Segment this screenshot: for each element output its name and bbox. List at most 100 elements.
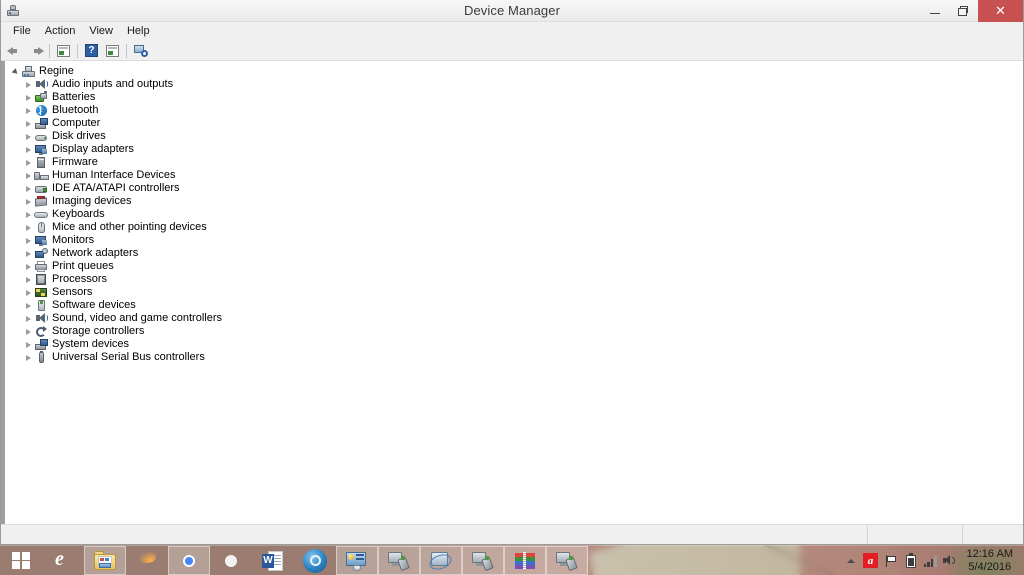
expander-collapsed-icon[interactable]: [23, 248, 34, 259]
tree-node-print-queues[interactable]: Print queues: [5, 260, 1023, 273]
tree-node-software-devices[interactable]: Software devices: [5, 299, 1023, 312]
taskbar-item-file-explorer[interactable]: [84, 546, 126, 575]
tree-node-label: Display adapters: [52, 143, 134, 155]
tree-node-mice-and-other-pointing-devices[interactable]: Mice and other pointing devices: [5, 221, 1023, 234]
expander-collapsed-icon[interactable]: [23, 287, 34, 298]
expander-collapsed-icon[interactable]: [23, 131, 34, 142]
expander-collapsed-icon[interactable]: [23, 274, 34, 285]
tree-node-audio-inputs-and-outputs[interactable]: Audio inputs and outputs: [5, 78, 1023, 91]
start-button[interactable]: [0, 546, 42, 575]
avira-tray-icon[interactable]: a: [861, 546, 881, 575]
maximize-button[interactable]: [949, 0, 978, 22]
expander-collapsed-icon[interactable]: [23, 313, 34, 324]
properties-icon: [57, 44, 70, 57]
expander-collapsed-icon[interactable]: [23, 235, 34, 246]
expander-collapsed-icon[interactable]: [23, 157, 34, 168]
taskbar-item-winrar[interactable]: [504, 546, 546, 575]
battery-icon: [34, 91, 49, 104]
tree-node-label: Keyboards: [52, 208, 105, 220]
tree-node-storage-controllers[interactable]: Storage controllers: [5, 325, 1023, 338]
show-hidden-devices-button[interactable]: [102, 42, 123, 60]
tree-node-sensors[interactable]: Sensors: [5, 286, 1023, 299]
tree-node-ide-ata-atapi-controllers[interactable]: IDE ATA/ATAPI controllers: [5, 182, 1023, 195]
expander-collapsed-icon[interactable]: [23, 196, 34, 207]
word-icon: W: [261, 549, 285, 573]
taskbar: W a 12:16 AM 5/4/2016: [0, 545, 1024, 575]
tree-node-firmware[interactable]: Firmware: [5, 156, 1023, 169]
taskbar-item-device-manager-1[interactable]: [378, 546, 420, 575]
tree-node-monitors[interactable]: Monitors: [5, 234, 1023, 247]
tree-node-universal-serial-bus-controllers[interactable]: Universal Serial Bus controllers: [5, 351, 1023, 364]
clock-date: 5/4/2016: [968, 560, 1012, 573]
menu-item-help[interactable]: Help: [120, 23, 157, 39]
forward-button[interactable]: [25, 42, 46, 60]
tree-node-sound-video-and-game-controllers[interactable]: Sound, video and game controllers: [5, 312, 1023, 325]
show-hidden-icons-button[interactable]: [841, 546, 861, 575]
scan-hardware-button[interactable]: [130, 42, 151, 60]
tree-node-bluetooth[interactable]: Bluetooth: [5, 104, 1023, 117]
expander-collapsed-icon[interactable]: [23, 183, 34, 194]
taskbar-item-chrome-apps[interactable]: [210, 546, 252, 575]
expander-expanded-icon[interactable]: [10, 66, 21, 77]
help-button[interactable]: ?: [81, 42, 102, 60]
keyboard-icon: [34, 208, 49, 221]
taskbar-item-internet-explorer[interactable]: [42, 546, 84, 575]
expander-collapsed-icon[interactable]: [23, 118, 34, 129]
expander-collapsed-icon[interactable]: [23, 300, 34, 311]
taskbar-item-microsoft-word[interactable]: W: [252, 546, 294, 575]
hid-icon: [34, 169, 49, 182]
taskbar-item-firefox[interactable]: [126, 546, 168, 575]
tree-node-disk-drives[interactable]: Disk drives: [5, 130, 1023, 143]
gear-wheel-icon: [219, 549, 243, 573]
title-bar[interactable]: Device Manager ✕: [1, 0, 1023, 22]
tree-node-label: Mice and other pointing devices: [52, 221, 207, 233]
tree-node-batteries[interactable]: Batteries: [5, 91, 1023, 104]
status-bar-panel-3: [963, 525, 1023, 544]
minimize-button[interactable]: [920, 0, 949, 22]
expander-collapsed-icon[interactable]: [23, 222, 34, 233]
expander-collapsed-icon[interactable]: [23, 261, 34, 272]
taskbar-clock[interactable]: 12:16 AM 5/4/2016: [961, 548, 1020, 573]
properties-button[interactable]: [53, 42, 74, 60]
storage-controller-icon: [34, 325, 49, 338]
tree-node-network-adapters[interactable]: Network adapters: [5, 247, 1023, 260]
tree-node-processors[interactable]: Processors: [5, 273, 1023, 286]
expander-collapsed-icon[interactable]: [23, 92, 34, 103]
tree-node-display-adapters[interactable]: Display adapters: [5, 143, 1023, 156]
tree-node-root[interactable]: Regine: [5, 65, 1023, 78]
tree-node-system-devices[interactable]: System devices: [5, 338, 1023, 351]
action-center-button[interactable]: [881, 546, 901, 575]
taskbar-item-device-manager-3[interactable]: [546, 546, 588, 575]
menu-item-action[interactable]: Action: [38, 23, 83, 39]
expander-collapsed-icon[interactable]: [23, 352, 34, 363]
network-signal-button[interactable]: [921, 546, 941, 575]
tree-node-computer[interactable]: Computer: [5, 117, 1023, 130]
taskbar-item-device-manager-2[interactable]: [462, 546, 504, 575]
expander-collapsed-icon[interactable]: [23, 79, 34, 90]
toolbar-separator: [49, 43, 50, 58]
tree-node-human-interface-devices[interactable]: Human Interface Devices: [5, 169, 1023, 182]
sensor-icon: [34, 286, 49, 299]
taskbar-item-network-connections[interactable]: [420, 546, 462, 575]
printer-icon: [34, 260, 49, 273]
expander-collapsed-icon[interactable]: [23, 209, 34, 220]
close-button[interactable]: ✕: [978, 0, 1023, 22]
tree-node-keyboards[interactable]: Keyboards: [5, 208, 1023, 221]
expander-collapsed-icon[interactable]: [23, 170, 34, 181]
expander-collapsed-icon[interactable]: [23, 144, 34, 155]
battery-meter-button[interactable]: [901, 546, 921, 575]
expander-collapsed-icon[interactable]: [23, 105, 34, 116]
tree-node-imaging-devices[interactable]: Imaging devices: [5, 195, 1023, 208]
volume-button[interactable]: [941, 546, 961, 575]
back-button[interactable]: [4, 42, 25, 60]
taskbar-item-settings[interactable]: [294, 546, 336, 575]
taskbar-item-google-chrome[interactable]: [168, 546, 210, 575]
expander-collapsed-icon[interactable]: [23, 339, 34, 350]
device-tree[interactable]: Regine Audio inputs and outputs Batterie…: [1, 61, 1023, 524]
menu-item-view[interactable]: View: [82, 23, 120, 39]
expander-collapsed-icon[interactable]: [23, 326, 34, 337]
speaker-icon: [34, 312, 49, 325]
device-manager-window: Device Manager ✕ File Action View Help ?…: [0, 0, 1024, 545]
taskbar-item-control-panel[interactable]: [336, 546, 378, 575]
menu-item-file[interactable]: File: [6, 23, 38, 39]
